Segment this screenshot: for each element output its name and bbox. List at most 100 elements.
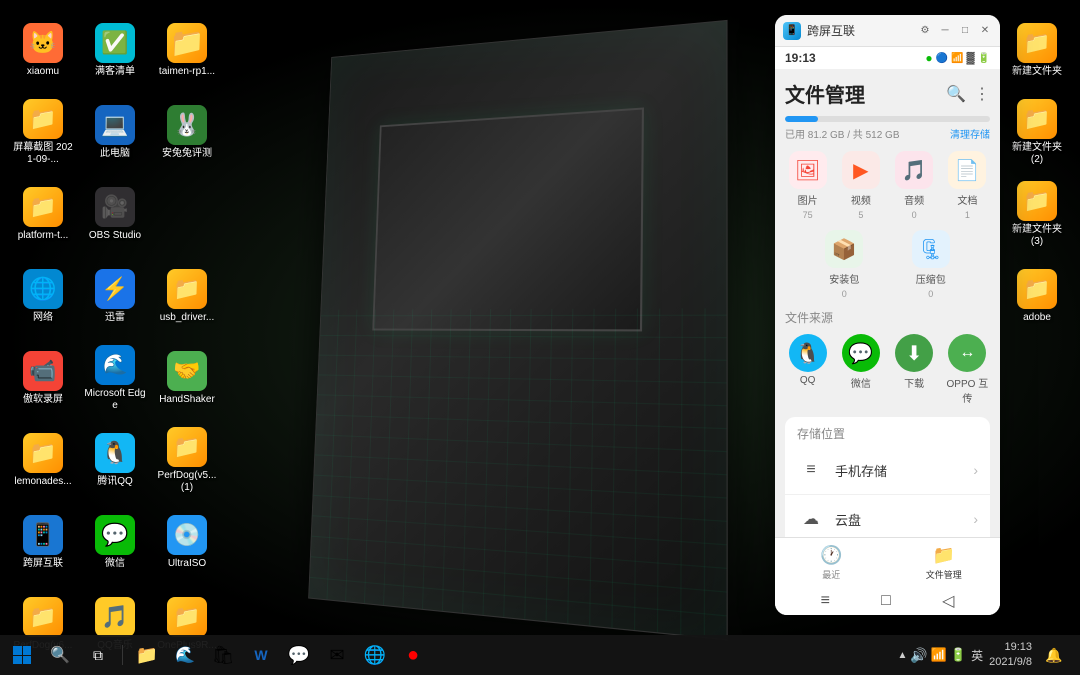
storage-loc-phone[interactable]: ≡ 手机存储 › — [785, 446, 990, 495]
taskbar-left: 🔍 ⧉ 📁 🌊 🛍 W 💬 ✉ — [0, 637, 431, 673]
storage-used-text: 已用 81.2 GB / 共 512 GB — [785, 126, 900, 141]
phone-gesture-bar: ≡ □ ◁ — [775, 587, 1000, 615]
desktop-icon-perfdog1[interactable]: 📁 PerfDog(v5... (1) — [152, 420, 222, 500]
desktop-icon-wechat[interactable]: 💬 微信 — [80, 502, 150, 582]
menu-gesture-btn[interactable]: ≡ — [821, 592, 830, 610]
phone-screen: 19:13 ● 🔵 📶 ▓ 🔋 文件管理 🔍 ⋮ — [775, 47, 1000, 615]
network-tray-icon[interactable]: 📶 — [931, 647, 947, 663]
desktop-icon-usb[interactable]: 📁 usb_driver... — [152, 256, 222, 336]
notification-button[interactable]: 🔔 — [1036, 637, 1072, 673]
taskbar-word-button[interactable]: W — [243, 637, 279, 673]
nav-file-manager[interactable]: 📁 文件管理 — [888, 545, 1001, 581]
desktop-icon-network[interactable]: 🌐 网络 — [8, 256, 78, 336]
source-oppo[interactable]: ↔ OPPO 互传 — [945, 334, 990, 405]
taskbar-red-button[interactable]: ● — [395, 637, 431, 673]
taskbar-clock[interactable]: 19:13 2021/9/8 — [989, 640, 1032, 671]
desktop-icon-qq[interactable]: 🐧 腾讯QQ — [80, 420, 150, 500]
taskbar-edge-button[interactable]: 🌊 — [167, 637, 203, 673]
edge-taskbar-icon: 🌊 — [175, 645, 195, 665]
search-icon[interactable]: 🔍 — [946, 84, 966, 104]
source-wechat[interactable]: 💬 微信 — [838, 334, 883, 405]
mail-icon: ✉ — [329, 645, 344, 666]
notification-dot: ● — [925, 51, 932, 65]
file-manager-content: 文件管理 🔍 ⋮ 已用 81.2 GB / 共 512 GB 清理存储 — [775, 69, 1000, 537]
red-dot-icon: ● — [407, 644, 419, 667]
app-sources-grid: 🐧 QQ 💬 微信 ⬇ 下载 — [785, 334, 990, 405]
phone-storage-icon: ≡ — [797, 456, 825, 484]
desktop-icon-mirror[interactable]: 📹 傲软录屏 — [8, 338, 78, 418]
source-download[interactable]: ⬇ 下载 — [892, 334, 937, 405]
nav-recent[interactable]: 🕐 最近 — [775, 545, 888, 581]
search-taskbar-icon: 🔍 — [50, 645, 70, 665]
desktop-wallpaper-gpu — [308, 20, 728, 641]
clean-storage-button[interactable]: 清理存储 — [950, 126, 990, 141]
settings-icon[interactable]: ⚙ — [918, 24, 932, 38]
taskbar-store-button[interactable]: 🛍 — [205, 637, 241, 673]
file-type-videos[interactable]: ▶ 视频 5 — [838, 151, 883, 220]
expand-tray-icon[interactable]: ▲ — [897, 650, 907, 661]
minimize-button[interactable]: ─ — [938, 24, 952, 38]
file-manager-title: 文件管理 — [785, 79, 865, 108]
storage-info: 已用 81.2 GB / 共 512 GB 清理存储 — [785, 126, 990, 141]
maximize-button[interactable]: □ — [958, 24, 972, 38]
desktop-icon-screenshot1[interactable]: 📁 屏幕截图 2021-09-... — [8, 92, 78, 172]
language-indicator[interactable]: 英 — [969, 647, 985, 664]
speaker-icon[interactable]: 🔊 — [910, 647, 927, 664]
file-type-apks[interactable]: 📦 安装包 0 — [805, 230, 884, 299]
desktop-icon-platform[interactable]: 📁 platform-t... — [8, 174, 78, 254]
file-manager-nav-icon: 📁 — [933, 545, 955, 566]
taskbar-divider — [122, 645, 123, 665]
wechat-taskbar-icon: 💬 — [288, 645, 310, 666]
file-type-images[interactable]: 🖼 图片 75 — [785, 151, 830, 220]
more-options-icon[interactable]: ⋮ — [974, 84, 990, 104]
signal-bar-icon: ▓ — [967, 52, 975, 64]
windows-logo-icon — [13, 646, 31, 664]
storage-fill — [785, 116, 818, 122]
storage-progress-bar — [785, 116, 990, 122]
desktop-icon-new-folder3[interactable]: 📁 新建文件夹 (3) — [1002, 174, 1072, 254]
desktop-icon-obs[interactable]: 🎥 OBS Studio — [80, 174, 150, 254]
desktop-icon-rabbit[interactable]: 🐰 安兔兔评测 — [152, 92, 222, 172]
start-button[interactable] — [4, 637, 40, 673]
task-view-button[interactable]: ⧉ — [80, 637, 116, 673]
taskbar-explorer-button[interactable]: 📁 — [129, 637, 165, 673]
close-button[interactable]: ✕ — [978, 24, 992, 38]
desktop-icon-this-pc[interactable]: 💻 此电脑 — [80, 92, 150, 172]
file-type-archives[interactable]: 🗜 压缩包 0 — [892, 230, 971, 299]
battery-tray-icon[interactable]: 🔋 — [950, 647, 966, 663]
desktop-icon-manjing[interactable]: ✅ 满客清单 — [80, 10, 150, 90]
phone-storage-label: 手机存储 — [835, 461, 973, 480]
file-type-docs[interactable]: 📄 文档 1 — [945, 151, 990, 220]
taskbar-mail-button[interactable]: ✉ — [319, 637, 355, 673]
desktop-icon-adobe[interactable]: 📁 adobe — [1002, 256, 1072, 336]
source-qq[interactable]: 🐧 QQ — [785, 334, 830, 405]
desktop-icon-new-folder2[interactable]: 📁 新建文件夹 (2) — [1002, 92, 1072, 172]
phone-clock: 19:13 — [785, 51, 816, 65]
desktop-icon-lemonade[interactable]: 📁 lemonades... — [8, 420, 78, 500]
back-gesture-btn[interactable]: ◁ — [942, 591, 954, 611]
taskbar-wechat-button[interactable]: 💬 — [281, 637, 317, 673]
cloud-storage-icon: ☁ — [797, 505, 825, 533]
browser-icon: 🌐 — [364, 645, 386, 666]
home-gesture-btn[interactable]: □ — [881, 592, 891, 610]
desktop-icon-ultraiso[interactable]: 💿 UltraISO — [152, 502, 222, 582]
storage-loc-cloud[interactable]: ☁ 云盘 › — [785, 495, 990, 537]
storage-bar-section: 已用 81.2 GB / 共 512 GB 清理存储 — [785, 116, 990, 141]
desktop-icon-handshaker[interactable]: 🤝 HandShaker — [152, 338, 222, 418]
file-type-audio[interactable]: 🎵 音频 0 — [892, 151, 937, 220]
recent-nav-icon: 🕐 — [820, 545, 842, 566]
word-icon: W — [254, 647, 267, 663]
header-action-icons: 🔍 ⋮ — [946, 84, 990, 104]
gpu-chip-visual — [372, 107, 644, 331]
desktop-icon-edge[interactable]: 🌊 Microsoft Edge — [80, 338, 150, 418]
desktop-icon-xiaomu[interactable]: 🐱 xiaomu — [8, 10, 78, 90]
file-sources-title: 文件来源 — [785, 309, 990, 326]
explorer-icon: 📁 — [136, 645, 158, 666]
desktop-icon-xunlei[interactable]: ⚡ 迅雷 — [80, 256, 150, 336]
taskbar-browser-button[interactable]: 🌐 — [357, 637, 393, 673]
desktop-icon-new-folder1[interactable]: 📁 新建文件夹 — [1002, 10, 1072, 90]
search-button[interactable]: 🔍 — [42, 637, 78, 673]
arrow-right-icon2: › — [973, 511, 978, 527]
desktop-icon-crossscreen[interactable]: 📱 跨屏互联 — [8, 502, 78, 582]
desktop-icon-taimen[interactable]: 📁 taimen-rp1... — [152, 10, 222, 90]
